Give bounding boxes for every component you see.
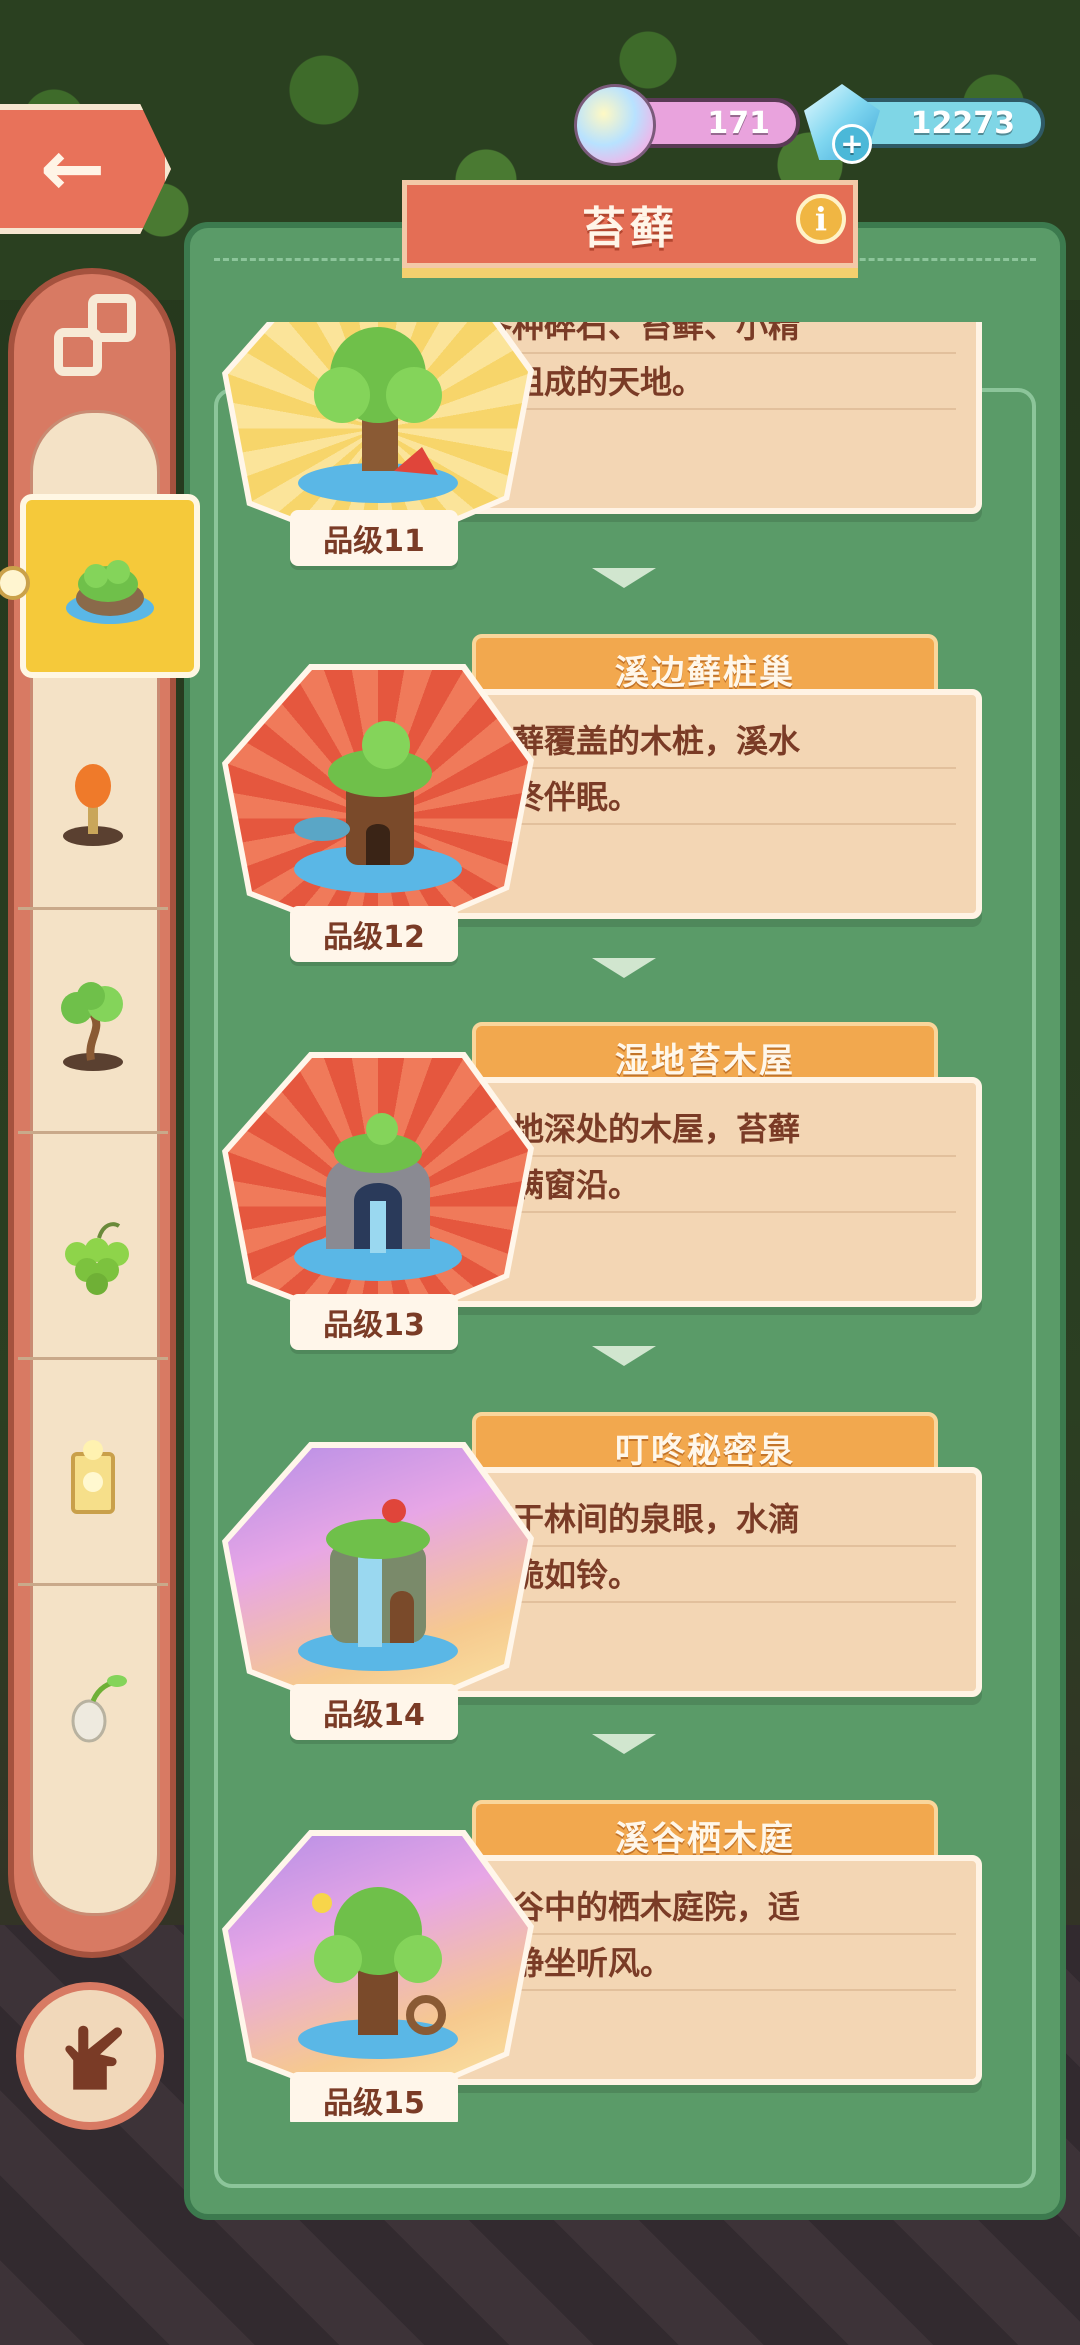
collapse-toggle-button[interactable] (54, 294, 146, 386)
stone-cave-icon (294, 1113, 462, 1281)
bonsai-tree-icon (61, 981, 123, 1071)
gem-currency-counter[interactable]: + 12273 (804, 84, 1045, 164)
chevron-down-icon (592, 1346, 656, 1366)
back-arrow-icon: ← (39, 124, 106, 214)
back-button[interactable]: ← (0, 104, 171, 234)
item-list[interactable]: 各种碎石、苔藓、小精 灵组成的天地。 品级11 溪边藓桩巢 苔藓覆盖的木桩，溪水… (222, 322, 1022, 2122)
grade-label: 品级13 (290, 1294, 458, 1350)
seed-sprout-icon (71, 1675, 127, 1743)
cloud-currency-amount: 171 (707, 105, 770, 141)
square-outline-icon (88, 294, 136, 342)
chevron-down-icon (592, 958, 656, 978)
sidebar-item-grapes[interactable] (18, 1150, 168, 1360)
grade-label: 品级12 (290, 906, 458, 962)
sidebar-item-moss-island[interactable] (20, 494, 200, 678)
gem-currency-amount: 12273 (910, 105, 1015, 141)
grapes-icon (65, 1221, 129, 1295)
sidebar-item-lantern[interactable] (18, 1376, 168, 1586)
description-line: 各种碎石、苔藓、小精 (480, 322, 801, 345)
list-item[interactable]: 各种碎石、苔藓、小精 灵组成的天地。 品级11 (222, 322, 1022, 604)
moss-island-icon (66, 560, 154, 624)
mushroom-sprout-icon (63, 763, 123, 846)
grade-label: 品级11 (290, 510, 458, 566)
add-gems-button[interactable]: + (832, 124, 872, 164)
sidebar-item-mushroom-sprout[interactable] (18, 700, 168, 910)
lantern-icon (71, 1439, 115, 1514)
cloud-currency-counter: 171 (574, 84, 800, 166)
grade-label: 品级14 (290, 1684, 458, 1740)
list-item[interactable]: 溪谷栖木庭 溪谷中的栖木庭院，适 合静坐听风。 品级15 (222, 1800, 1022, 2122)
tap-hand-button[interactable] (16, 1982, 164, 2130)
info-button[interactable]: i (796, 194, 846, 244)
grade-label: 品级15 (290, 2072, 458, 2122)
sidebar-item-bonsai-tree[interactable] (18, 924, 168, 1134)
rainbow-cloud-icon (574, 84, 656, 166)
list-item[interactable]: 湿地苔木屋 湿地深处的木屋，苔藓 爬满窗沿。 品级13 (222, 1022, 1022, 1352)
tree-house-icon (298, 327, 458, 503)
moss-stump-icon (294, 721, 462, 893)
waterfall-spring-icon (298, 1499, 458, 1671)
pointing-hand-icon (65, 2025, 123, 2090)
page-title: 苔藓 (402, 180, 858, 268)
list-item[interactable]: 溪边藓桩巢 苔藓覆盖的木桩，溪水 叮咚伴眠。 品级12 (222, 634, 1022, 964)
tree-courtyard-icon (298, 1887, 458, 2059)
chevron-down-icon (592, 1734, 656, 1754)
list-item[interactable]: 叮咚秘密泉 藏于林间的泉眼，水滴 清脆如铃。 品级14 (222, 1412, 1022, 1742)
sidebar-item-seed-sprout[interactable] (18, 1600, 168, 1810)
